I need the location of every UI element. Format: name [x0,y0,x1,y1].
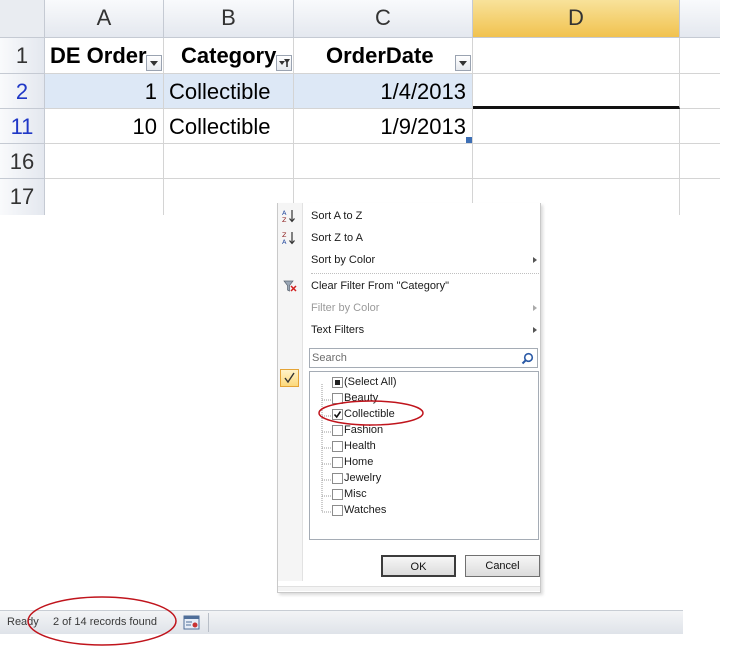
filter-search-box[interactable]: Search [309,348,538,368]
submenu-arrow-icon [533,257,537,263]
cell-e2[interactable] [680,74,720,109]
menu-filter-by-color: Filter by Color [311,302,380,314]
checkbox-unchecked[interactable] [332,489,343,500]
cell-e16[interactable] [680,144,720,179]
menu-text-filters[interactable]: Text Filters [311,324,364,336]
cell-c11[interactable]: 1/9/2013 [294,109,473,144]
ok-button[interactable]: OK [381,555,456,577]
cell-c16[interactable] [294,144,473,179]
row-header-16[interactable]: 16 [0,144,45,179]
menu-sort-by-color[interactable]: Sort by Color [311,254,375,266]
column-header-d[interactable]: D [473,0,680,38]
status-bar: Ready 2 of 14 records found [0,610,683,634]
macro-record-icon[interactable] [183,615,200,630]
cell-b17[interactable] [164,179,294,215]
cell-c2[interactable]: 1/4/2013 [294,74,473,109]
filter-search-placeholder: Search [312,352,347,364]
filter-dropdown-a[interactable] [146,55,162,71]
submenu-arrow-icon [533,327,537,333]
row-header-11[interactable]: 11 [0,109,45,144]
submenu-arrow-icon [533,305,537,311]
cell-b11[interactable]: Collectible [164,109,294,144]
menu-icon-gutter [278,203,303,581]
sort-z-a-icon: Z A [282,231,295,245]
cell-e11[interactable] [680,109,720,144]
checkbox-checked[interactable] [332,409,343,420]
cell-d16[interactable] [473,144,680,179]
menu-separator [311,273,539,274]
menu-sort-a-z[interactable]: Sort A to Z [311,210,362,222]
cell-a16[interactable] [45,144,164,179]
menu-clear-filter[interactable]: Clear Filter From "Category" [311,280,449,292]
autofilter-menu: A Z Sort A to Z Z A Sort Z to A Sort by … [277,203,541,593]
cell-b1-text: Category [181,43,277,68]
select-all-corner[interactable] [0,0,45,38]
cell-d11[interactable] [473,109,680,144]
cell-a17[interactable] [45,179,164,215]
search-icon[interactable] [521,352,534,365]
column-header-a[interactable]: A [45,0,164,38]
cell-b2[interactable]: Collectible [164,74,294,109]
status-records-found: 2 of 14 records found [53,616,157,628]
cell-c1-text: OrderDate [326,43,434,68]
funnel-icon [284,59,290,67]
column-header-empty [680,0,720,38]
cell-e1[interactable] [680,38,720,74]
checkbox-unchecked[interactable] [332,457,343,468]
row-header-1[interactable]: 1 [0,38,45,74]
menu-resize-grip[interactable] [278,586,540,591]
cell-b16[interactable] [164,144,294,179]
cell-b1[interactable]: Category [164,38,294,74]
checkbox-unchecked[interactable] [332,505,343,516]
cell-a11[interactable]: 10 [45,109,164,144]
clear-filter-icon [283,280,297,292]
cell-d1[interactable] [473,38,680,74]
status-ready: Ready [7,616,39,628]
cell-a2[interactable]: 1 [45,74,164,109]
filter-value-list[interactable]: (Select All) Beauty Collectible Fashion … [309,371,539,540]
cell-a1-text: DE Order [50,43,147,68]
menu-sort-z-a[interactable]: Sort Z to A [311,232,363,244]
column-header-c[interactable]: C [294,0,473,38]
checkmark-gutter-icon [280,369,299,387]
cell-a1[interactable]: DE Order [45,38,164,74]
checkbox-unchecked[interactable] [332,393,343,404]
checkbox-partial[interactable] [332,377,343,388]
sort-a-z-icon: A Z [282,209,295,223]
column-header-b[interactable]: B [164,0,294,38]
filter-dropdown-c[interactable] [455,55,471,71]
svg-text:A: A [282,238,287,245]
svg-text:Z: Z [282,216,287,223]
fill-handle[interactable] [466,137,472,143]
status-divider [208,613,209,632]
checkbox-unchecked[interactable] [332,473,343,484]
row-header-17[interactable]: 17 [0,179,45,215]
cancel-button[interactable]: Cancel [465,555,540,577]
checkbox-unchecked[interactable] [332,441,343,452]
spreadsheet-grid: A B C D 1 DE Order Category OrderDate 2 … [0,0,720,215]
checkbox-unchecked[interactable] [332,425,343,436]
row-header-2[interactable]: 2 [0,74,45,109]
filter-active-dropdown-b[interactable] [276,55,292,71]
cell-c1[interactable]: OrderDate [294,38,473,74]
cell-d2-active[interactable] [473,74,680,109]
